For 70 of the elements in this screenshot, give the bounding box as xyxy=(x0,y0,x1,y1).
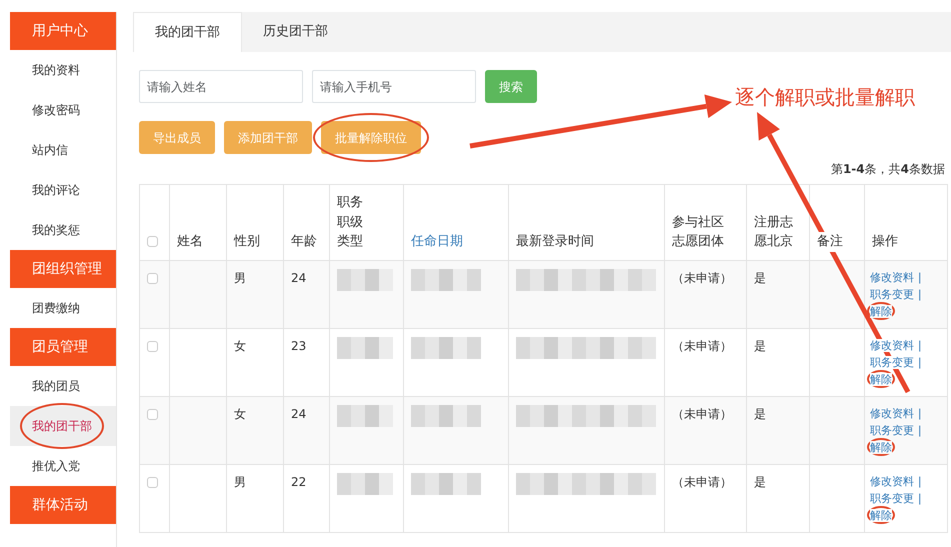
redacted-text xyxy=(337,404,393,426)
table-cell: 是 xyxy=(754,406,766,420)
table-cell: 24 xyxy=(291,270,306,284)
column-header: 备注 xyxy=(817,232,843,252)
checkbox[interactable] xyxy=(147,236,158,247)
sidebar-item[interactable]: 站内信 xyxy=(10,130,116,170)
sidebar-heading: 团组织管理 xyxy=(10,250,116,288)
table-cell: 男 xyxy=(234,474,246,488)
name-field[interactable]: 请输入姓名 xyxy=(139,70,303,103)
action-link[interactable]: 修改资料 xyxy=(870,338,914,352)
separator: | xyxy=(918,424,922,436)
table-cell: （未申请） xyxy=(672,406,732,420)
table-cell: 24 xyxy=(291,406,306,420)
action-link[interactable]: 修改资料 xyxy=(870,406,914,420)
redacted-text xyxy=(411,336,481,358)
phone-field[interactable]: 请输入手机号 xyxy=(312,70,476,103)
table-cell: 是 xyxy=(754,474,766,488)
action-link[interactable]: 解除 xyxy=(870,508,892,522)
separator: | xyxy=(918,474,922,488)
sidebar-item[interactable]: 推优入党 xyxy=(10,446,116,486)
table-cell: 22 xyxy=(291,474,306,488)
sidebar-item[interactable]: 我的团员 xyxy=(10,366,116,406)
table-cell: 是 xyxy=(754,338,766,352)
action-link[interactable]: 职务变更 xyxy=(870,356,914,368)
sidebar-item[interactable]: 我的奖惩 xyxy=(10,210,116,250)
redacted-text xyxy=(337,268,393,290)
separator: | xyxy=(918,288,922,300)
tab[interactable]: 历史团干部 xyxy=(242,12,349,52)
checkbox[interactable] xyxy=(147,272,158,284)
redacted-text xyxy=(337,472,393,494)
annotation-note: 逐个解职或批量解职 xyxy=(735,84,915,111)
table-cell: 23 xyxy=(291,338,306,352)
action-link[interactable]: 修改资料 xyxy=(870,474,914,488)
table-cell: 女 xyxy=(234,406,246,420)
sidebar-item[interactable]: 我的评论 xyxy=(10,170,116,210)
redacted-text xyxy=(411,268,481,290)
checkbox[interactable] xyxy=(147,408,158,420)
table-cell: （未申请） xyxy=(672,338,732,352)
checkbox[interactable] xyxy=(147,476,158,488)
action-link[interactable]: 职务变更 xyxy=(870,288,914,300)
sidebar-item[interactable]: 团费缴纳 xyxy=(10,288,116,328)
search-button[interactable]: 搜索 xyxy=(485,70,537,103)
redacted-text xyxy=(411,404,481,426)
sidebar-item[interactable]: 我的团干部 xyxy=(10,406,116,446)
action-link[interactable]: 解除 xyxy=(870,440,892,454)
sidebar-heading: 用户中心 xyxy=(10,12,116,50)
sidebar-heading: 群体活动 xyxy=(10,486,116,524)
action-link[interactable]: 职务变更 xyxy=(870,424,914,436)
action-link[interactable]: 职务变更 xyxy=(870,492,914,504)
separator: | xyxy=(918,492,922,504)
sidebar-item[interactable]: 修改密码 xyxy=(10,90,116,130)
separator: | xyxy=(918,356,922,368)
table-cell: 女 xyxy=(234,338,246,352)
separator: | xyxy=(918,338,922,352)
separator: | xyxy=(918,270,922,284)
pagination-summary: 第1-4条，共4条数据 xyxy=(830,161,945,178)
table-cell: 男 xyxy=(234,270,246,284)
table-cell: 是 xyxy=(754,270,766,284)
redacted-text xyxy=(411,472,481,494)
sidebar-heading: 团员管理 xyxy=(10,328,116,366)
tab[interactable]: 我的团干部 xyxy=(133,12,242,52)
separator: | xyxy=(918,406,922,420)
sidebar-item[interactable]: 我的资料 xyxy=(10,50,116,90)
table-cell: （未申请） xyxy=(672,474,732,488)
action-link[interactable]: 修改资料 xyxy=(870,270,914,284)
redacted-text xyxy=(337,336,393,358)
table-cell: （未申请） xyxy=(672,270,732,284)
action-link[interactable]: 解除 xyxy=(870,304,892,318)
action-link[interactable]: 解除 xyxy=(870,372,892,386)
checkbox[interactable] xyxy=(147,340,158,352)
